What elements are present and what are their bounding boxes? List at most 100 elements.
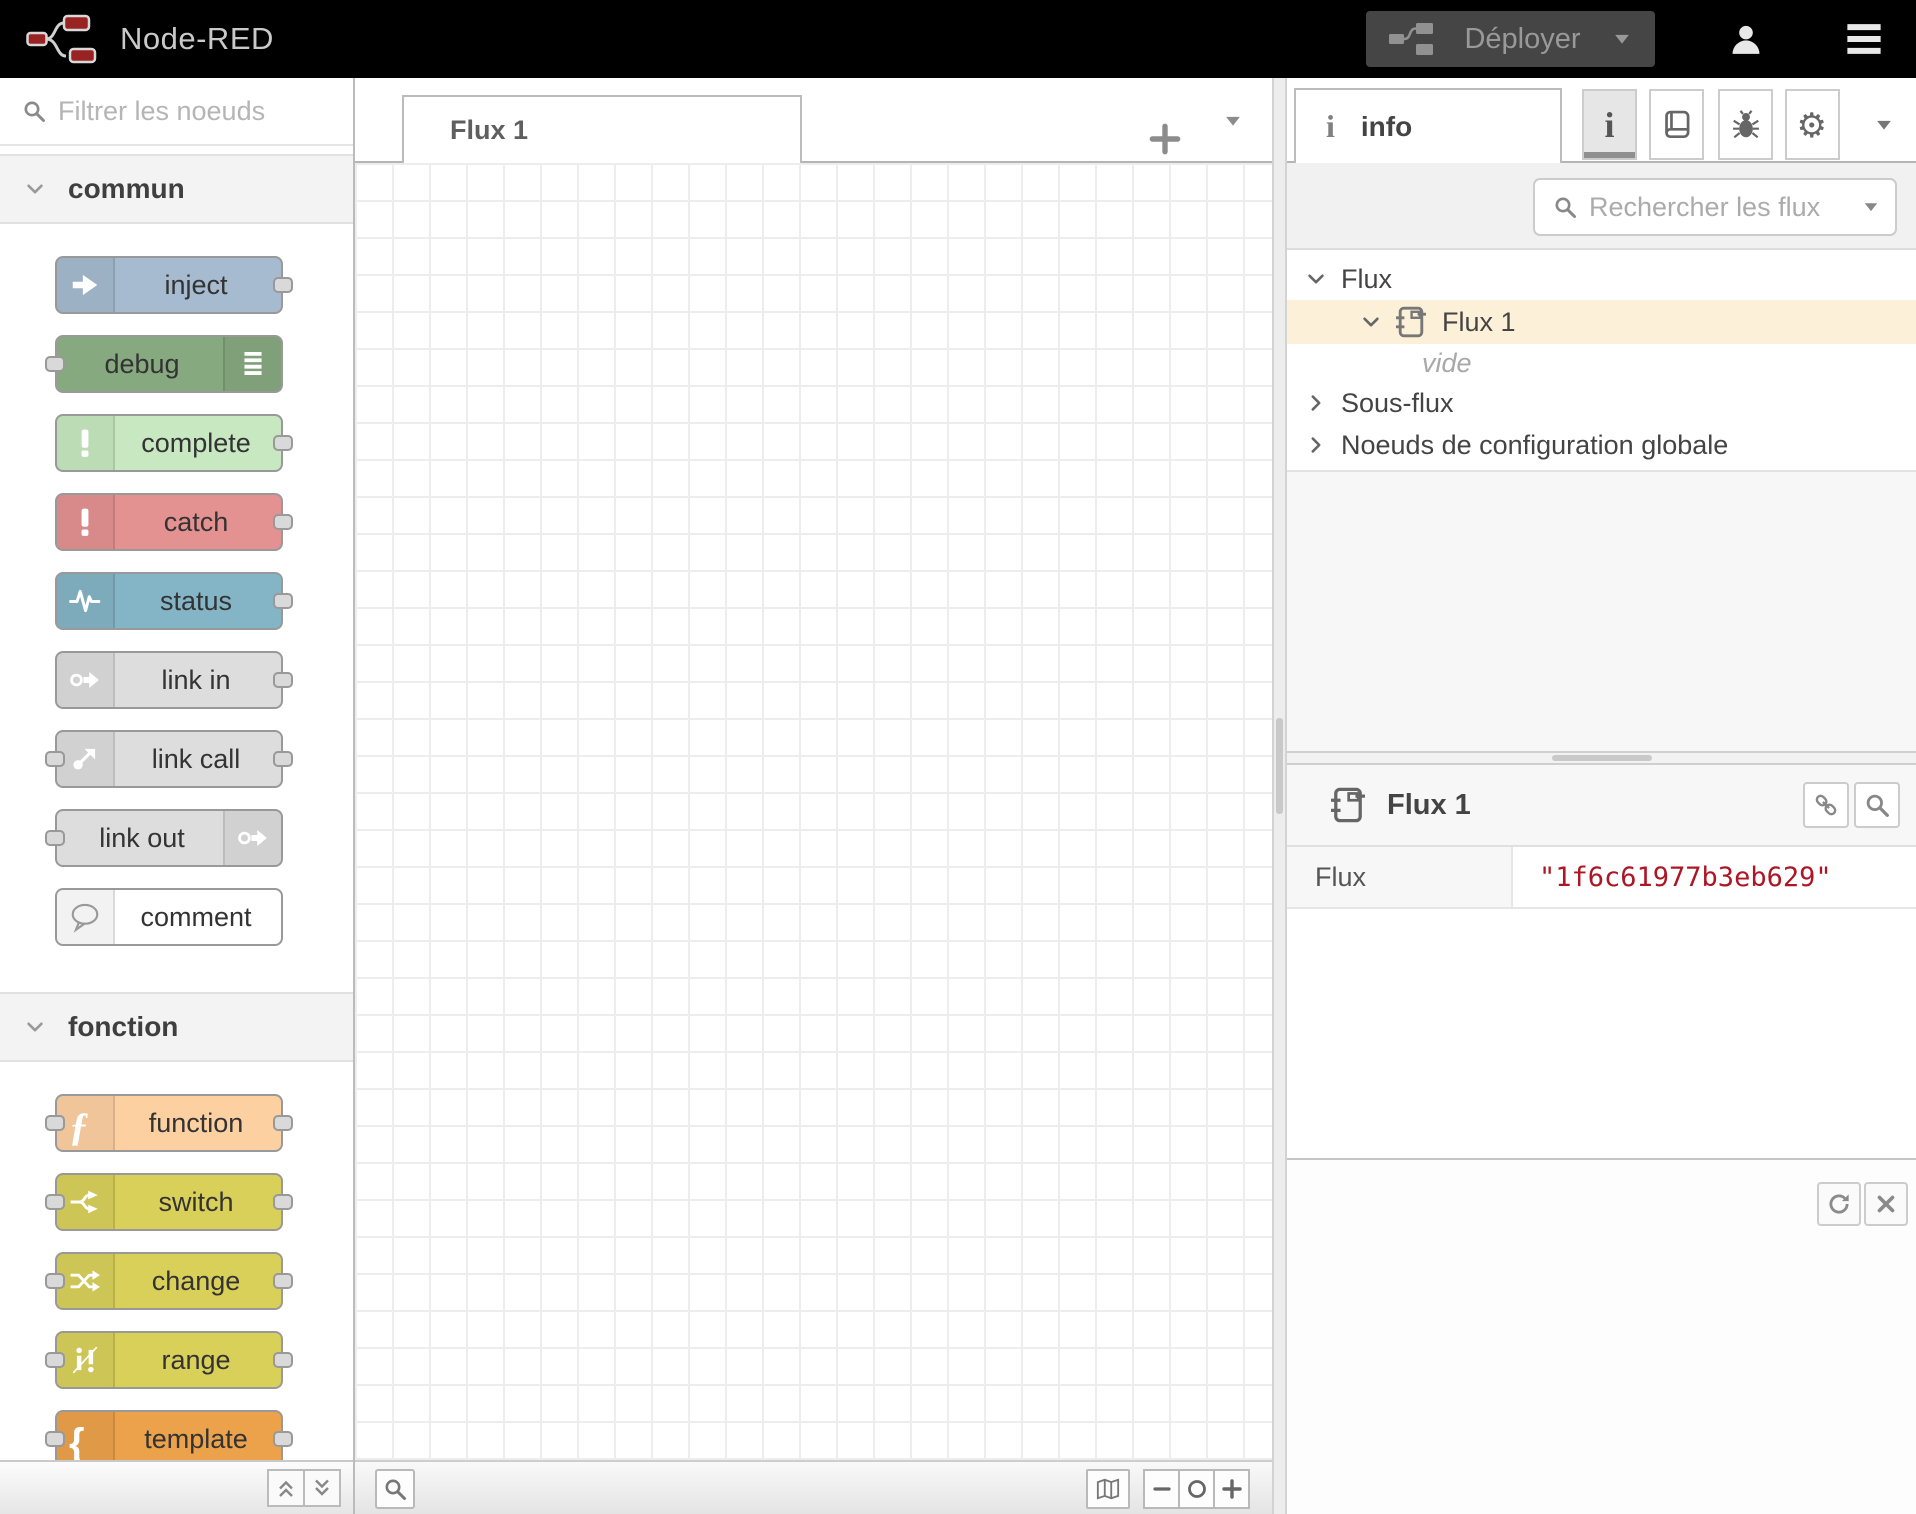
info-panel-title: Flux 1 — [1387, 789, 1471, 822]
user-button[interactable] — [1724, 19, 1768, 59]
output-port[interactable] — [273, 1194, 293, 1210]
workspace-tabbar: Flux 1 — [355, 78, 1272, 163]
input-port[interactable] — [45, 356, 65, 372]
node-label: link in — [115, 653, 277, 707]
output-port[interactable] — [273, 1431, 293, 1447]
palette-node-range[interactable]: range — [55, 1331, 283, 1389]
deploy-button[interactable]: Déployer — [1366, 11, 1655, 67]
palette-node-switch[interactable]: switch — [55, 1173, 283, 1231]
input-port[interactable] — [45, 830, 65, 846]
panel-resize-handle[interactable] — [1287, 751, 1916, 765]
output-port[interactable] — [273, 1273, 293, 1289]
palette-node-function[interactable]: ƒfunction — [55, 1094, 283, 1152]
flow-search-input[interactable] — [1589, 192, 1861, 223]
output-port[interactable] — [273, 514, 293, 530]
node-label: link call — [115, 732, 277, 786]
node-icon-region — [57, 1175, 115, 1229]
sidebar-tool-info[interactable]: i — [1582, 89, 1637, 160]
node-icon-region — [57, 1254, 115, 1308]
canvas-search-button[interactable] — [375, 1469, 415, 1509]
output-port[interactable] — [273, 751, 293, 767]
input-port[interactable] — [45, 1115, 65, 1131]
magnifier-icon — [383, 1477, 407, 1501]
navigator-button[interactable] — [1086, 1469, 1130, 1509]
zoom-reset-button[interactable] — [1178, 1469, 1215, 1509]
palette-category-fonction[interactable]: fonction — [0, 992, 353, 1062]
sidebar-resize-handle[interactable] — [1272, 78, 1287, 1514]
tree-row-sous-flux[interactable]: Sous-flux — [1287, 382, 1916, 424]
tips-close-button[interactable] — [1864, 1182, 1908, 1226]
info-properties-table: Flux"1f6c61977b3eb629" — [1287, 847, 1916, 909]
collapse-all-button[interactable] — [267, 1469, 305, 1507]
palette-node-link-in[interactable]: link in — [55, 651, 283, 709]
palette-category-commun[interactable]: commun — [0, 154, 353, 224]
tree-row-flux[interactable]: Flux — [1287, 258, 1916, 300]
tips-refresh-button[interactable] — [1817, 1182, 1861, 1226]
flow-canvas[interactable] — [355, 163, 1272, 1460]
chevron-down-icon[interactable] — [1305, 268, 1327, 290]
main-menu-button[interactable] — [1842, 19, 1886, 59]
output-port[interactable] — [273, 1115, 293, 1131]
chevron-right-icon[interactable] — [1305, 434, 1327, 456]
sidebar-tool-debug[interactable] — [1718, 89, 1773, 160]
output-port[interactable] — [273, 277, 293, 293]
flow-search-box[interactable] — [1533, 178, 1897, 236]
tab-list-button[interactable] — [1222, 110, 1244, 132]
output-port[interactable] — [273, 672, 293, 688]
palette-node-catch[interactable]: catch — [55, 493, 283, 551]
palette-node-link-out[interactable]: link out — [55, 809, 283, 867]
copy-link-button[interactable] — [1803, 782, 1849, 828]
palette-search[interactable] — [0, 78, 353, 146]
palette-node-change[interactable]: change — [55, 1252, 283, 1310]
palette-filter-input[interactable] — [58, 96, 328, 127]
canvas-footer — [355, 1460, 1272, 1514]
zoom-in-button[interactable] — [1213, 1469, 1250, 1509]
palette-node-comment[interactable]: comment — [55, 888, 283, 946]
input-port[interactable] — [45, 1352, 65, 1368]
sidebar-menu-button[interactable] — [1873, 114, 1895, 136]
input-port[interactable] — [45, 751, 65, 767]
bubble-icon — [69, 901, 101, 933]
palette-node-debug[interactable]: debug — [55, 335, 283, 393]
tree-row-vide[interactable]: vide — [1287, 344, 1916, 382]
tab-flux-1[interactable]: Flux 1 — [402, 95, 802, 163]
find-flow-button[interactable] — [1854, 782, 1900, 828]
node-label: status — [115, 574, 277, 628]
palette-node-link-call[interactable]: link call — [55, 730, 283, 788]
search-icon — [1553, 195, 1577, 219]
sidebar-tab-info[interactable]: i info — [1294, 88, 1562, 163]
input-port[interactable] — [45, 1194, 65, 1210]
palette-node-status[interactable]: status — [55, 572, 283, 630]
deploy-icon — [1388, 21, 1434, 57]
deploy-label: Déployer — [1434, 23, 1611, 56]
sidebar-tool-help[interactable] — [1649, 89, 1704, 160]
tree-row-noeuds-de-configuration-globale[interactable]: Noeuds de configuration globale — [1287, 424, 1916, 466]
zoom-out-button[interactable] — [1143, 1469, 1180, 1509]
node-palette: commun inject debug complete catch status link… — [0, 78, 355, 1514]
output-port[interactable] — [273, 1352, 293, 1368]
deploy-options-icon[interactable] — [1611, 28, 1633, 50]
expand-all-button[interactable] — [303, 1469, 341, 1507]
input-port[interactable] — [45, 1273, 65, 1289]
range-icon — [69, 1344, 101, 1376]
search-options-icon[interactable] — [1861, 197, 1881, 217]
tree-row-label: Flux 1 — [1442, 307, 1516, 338]
arrow-in-icon — [69, 269, 101, 301]
palette-node-complete[interactable]: complete — [55, 414, 283, 472]
sidebar-tool-settings[interactable]: ⚙ — [1785, 89, 1840, 160]
outline-filler — [1287, 472, 1916, 751]
link-icon — [1813, 792, 1839, 818]
chevron-down-icon[interactable] — [1360, 311, 1382, 333]
bars-icon — [237, 348, 269, 380]
add-flow-button[interactable] — [1146, 102, 1184, 140]
chevron-right-icon[interactable] — [1305, 392, 1327, 414]
node-icon-region — [57, 495, 115, 549]
palette-node-template[interactable]: {template — [55, 1410, 283, 1460]
node-icon-region — [223, 811, 281, 865]
node-icon-region — [57, 258, 115, 312]
output-port[interactable] — [273, 593, 293, 609]
input-port[interactable] — [45, 1431, 65, 1447]
palette-node-inject[interactable]: inject — [55, 256, 283, 314]
tree-row-flux-1[interactable]: Flux 1 — [1287, 300, 1916, 344]
output-port[interactable] — [273, 435, 293, 451]
